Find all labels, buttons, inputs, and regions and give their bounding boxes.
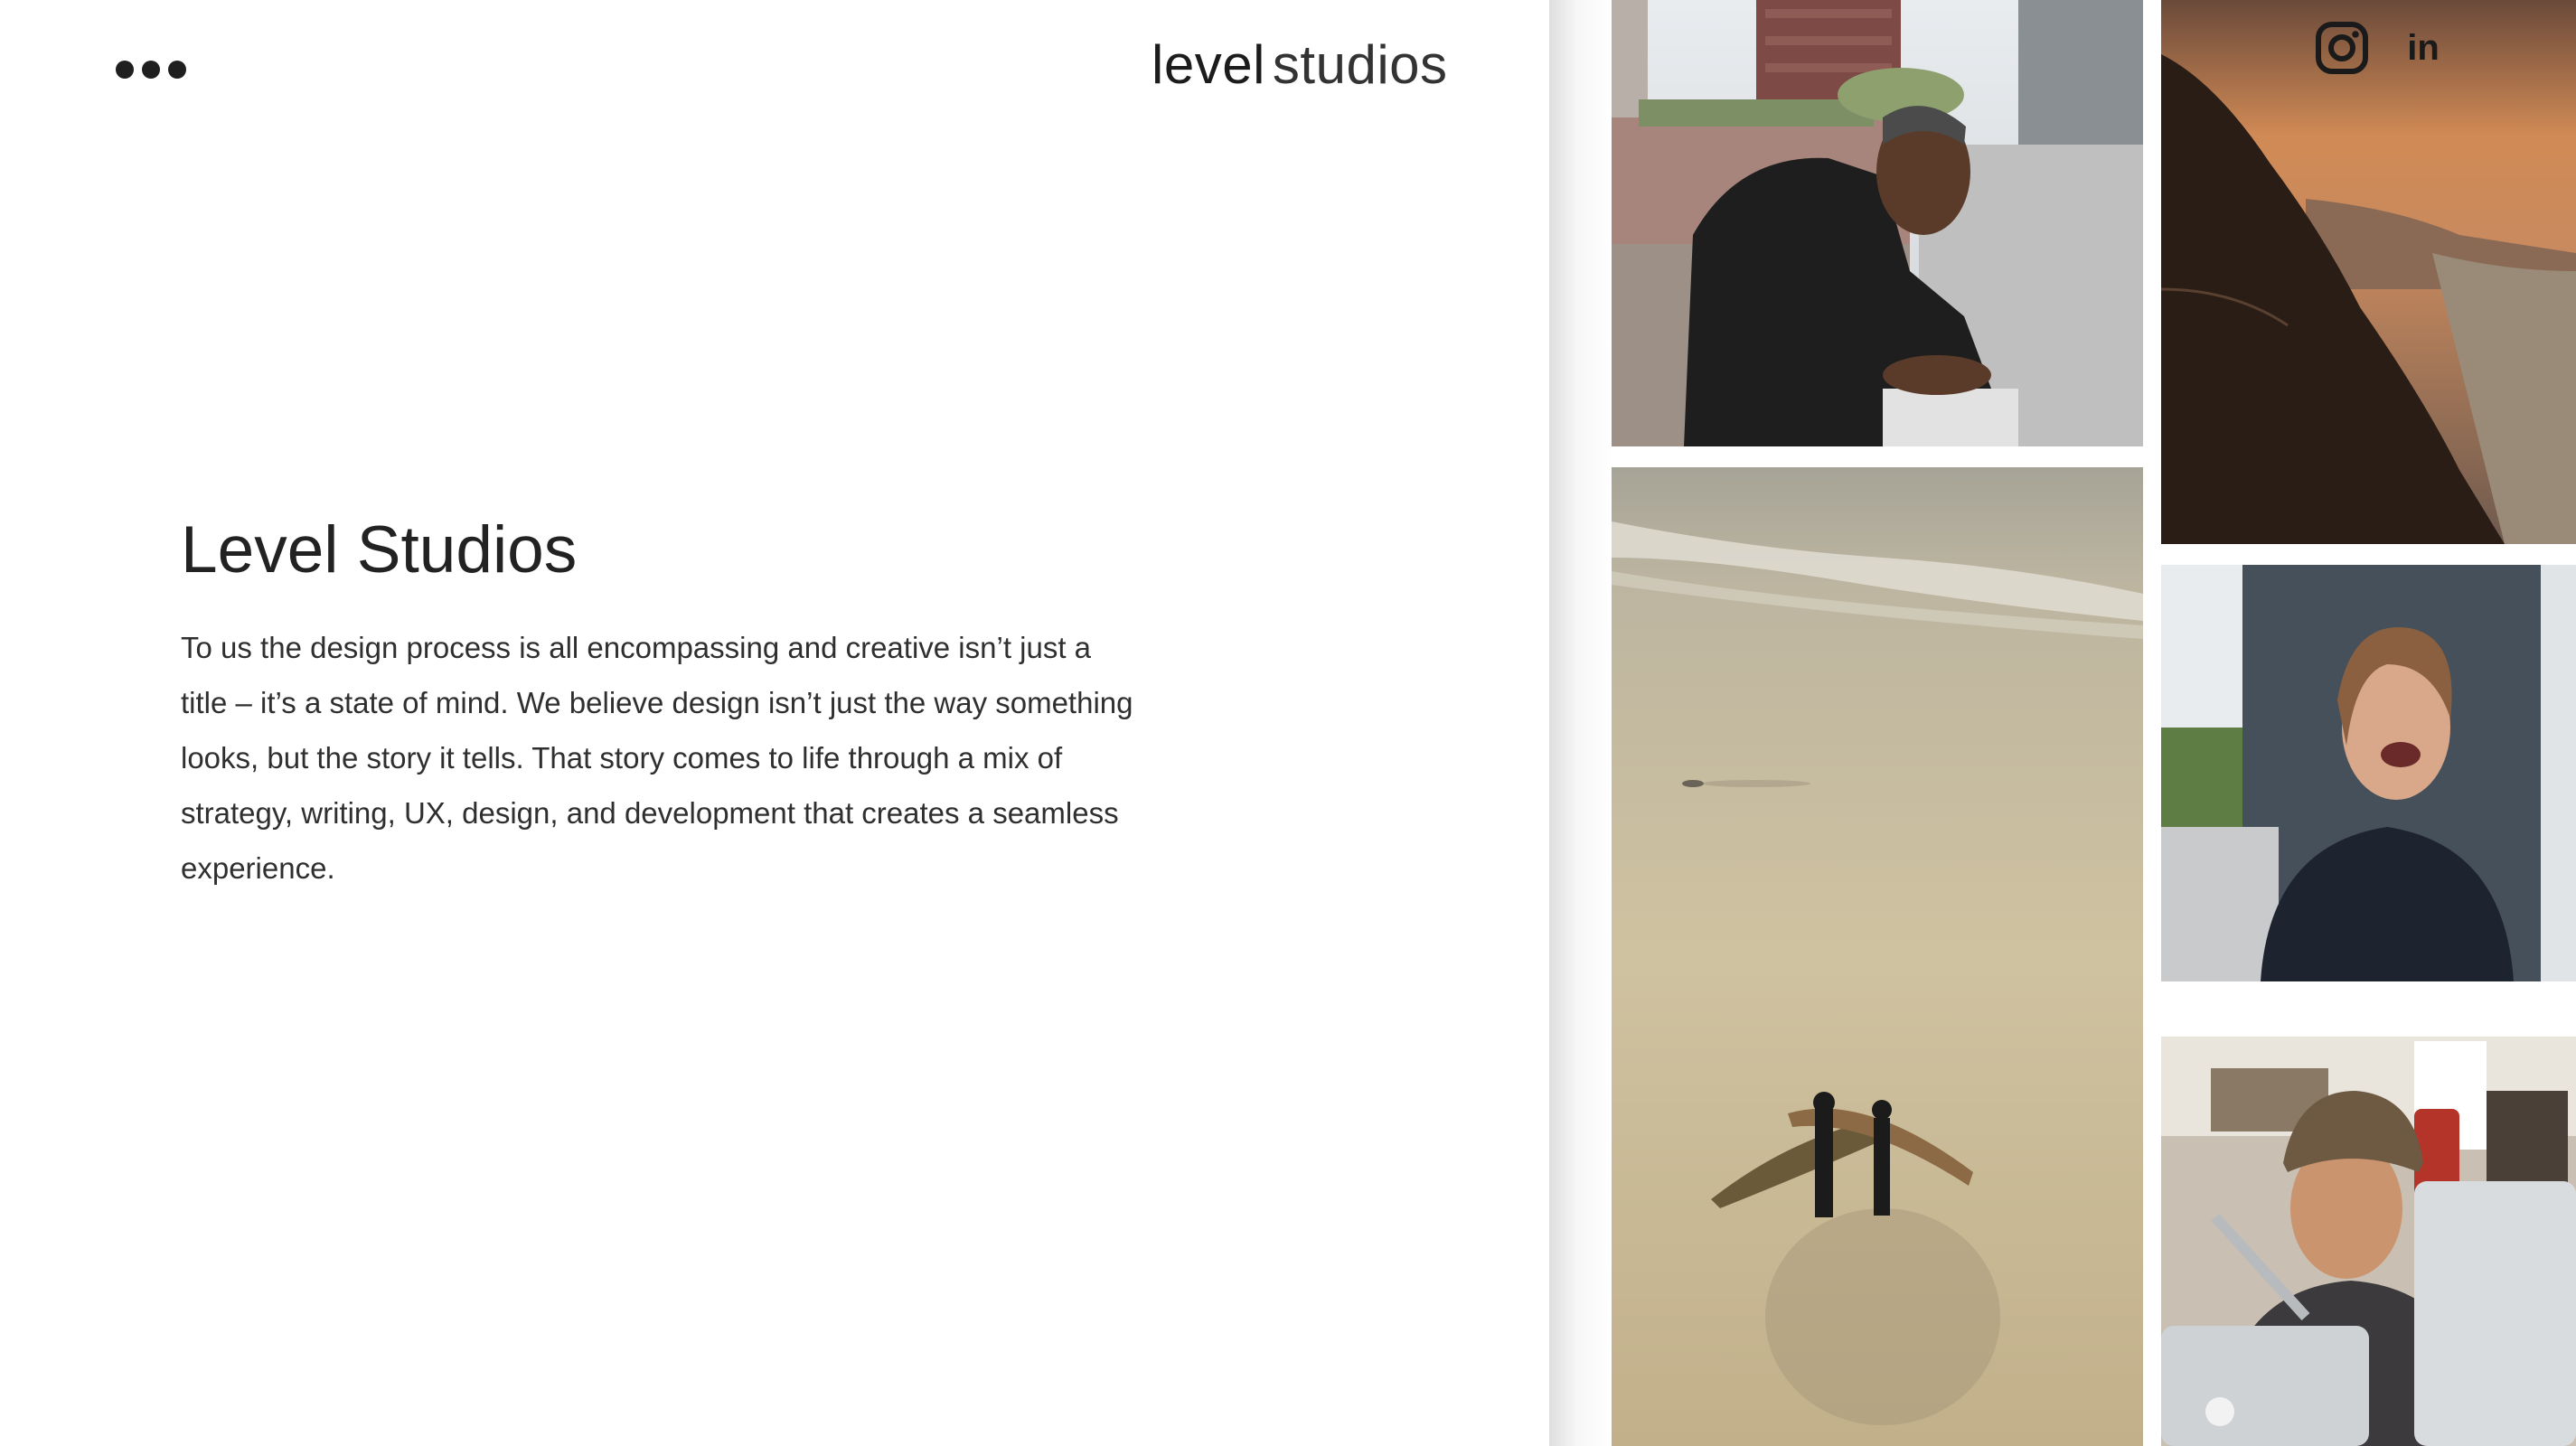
coastal-sunset-photo[interactable] (2161, 0, 2576, 544)
laughing-woman-photo[interactable] (2161, 565, 2576, 981)
man-at-computer-photo[interactable] (2161, 1037, 2576, 1446)
surfers-on-beach-photo[interactable] (1612, 467, 2143, 1446)
intro-paragraph: To us the design process is all encompas… (181, 631, 1133, 885)
more-dots-icon[interactable] (116, 58, 188, 81)
logo-word-level: level (1152, 34, 1265, 95)
photo-gallery (1549, 0, 2576, 1446)
menu-dot (116, 61, 134, 79)
linkedin-icon[interactable]: in (2395, 20, 2451, 76)
man-on-balcony-photo[interactable] (1612, 0, 2143, 446)
menu-dot (142, 61, 160, 79)
content-panel: level studios Level Studios To us the des… (0, 0, 1549, 1446)
menu-dot (168, 61, 186, 79)
instagram-icon[interactable] (2314, 20, 2370, 76)
linkedin-label: in (2407, 28, 2440, 68)
page-title: Level Studios (181, 513, 578, 587)
social-links: in (2314, 20, 2451, 76)
logo-word-studios: studios (1272, 34, 1448, 95)
panel-shadow (1549, 0, 1612, 1446)
site-logo[interactable]: level studios (1152, 33, 1448, 98)
